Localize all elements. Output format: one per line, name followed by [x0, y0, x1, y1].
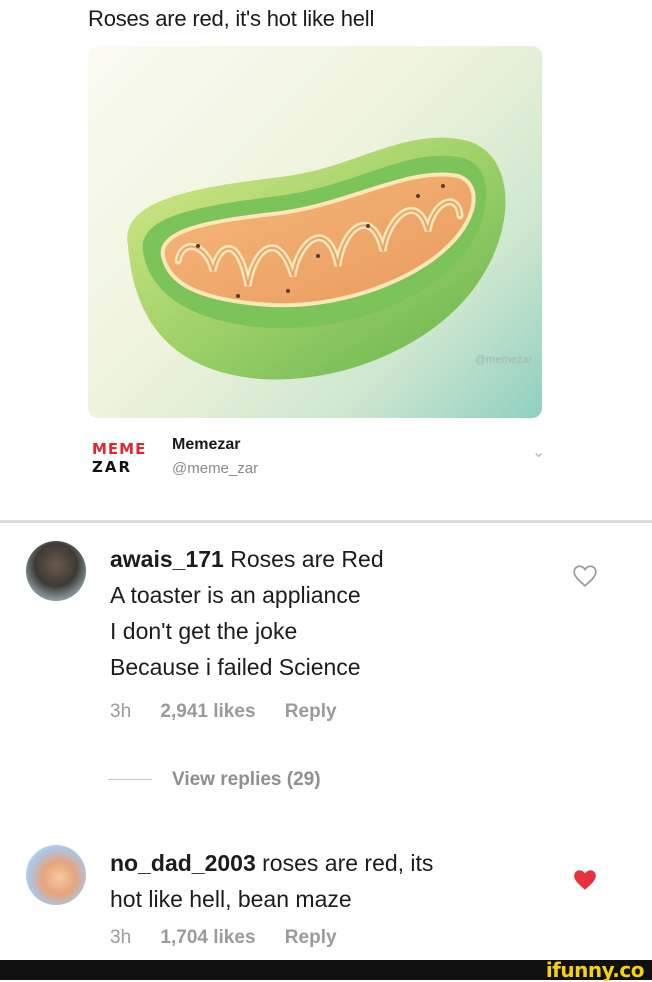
heart-filled-icon[interactable] — [572, 867, 598, 893]
comment-username[interactable]: awais_171 — [110, 546, 224, 572]
comments-section: awais_171 Roses are Red A toaster is an … — [0, 523, 652, 960]
avatar[interactable] — [26, 845, 86, 905]
comment-line: hot like hell, bean maze — [110, 886, 352, 912]
comment-time: 3h — [110, 927, 132, 948]
comment-time: 3h — [110, 701, 132, 722]
reply-button[interactable]: Reply — [285, 701, 337, 722]
view-replies-line — [108, 779, 152, 781]
comment-likes[interactable]: 1,704 likes — [160, 927, 255, 948]
ifunny-logo[interactable]: ifunny.co — [546, 958, 645, 982]
comment-likes[interactable]: 2,941 likes — [160, 701, 255, 722]
tweet-account[interactable]: MEME ZAR Memezar @meme_zar ⌄ — [92, 434, 552, 484]
comment-line: roses are red, its — [262, 850, 434, 876]
comment-line: Roses are Red — [230, 546, 384, 572]
view-replies-button[interactable]: View replies (29) — [108, 769, 321, 791]
comment-body: no_dad_2003 roses are red, its hot like … — [110, 845, 540, 917]
memezar-logo: MEME ZAR — [92, 440, 147, 476]
comment-username[interactable]: no_dad_2003 — [110, 850, 256, 876]
account-name: Memezar — [172, 436, 241, 453]
avatar[interactable] — [26, 541, 86, 601]
mitochondria-illustration — [127, 137, 506, 380]
comment-line: Because i failed Science — [110, 654, 361, 680]
tweet-card: Roses are red, it's hot like hell @memez… — [0, 0, 652, 520]
reply-button[interactable]: Reply — [285, 927, 337, 948]
comment-body: awais_171 Roses are Red A toaster is an … — [110, 541, 540, 685]
comment-meta: 3h 2,941 likes Reply — [110, 701, 361, 723]
chevron-down-icon[interactable]: ⌄ — [532, 442, 545, 462]
footer-bar: ifunny.co — [0, 958, 652, 982]
account-handle: @meme_zar — [172, 460, 259, 477]
tweet-text: Roses are red, it's hot like hell — [88, 6, 375, 31]
image-watermark: @memezar — [474, 354, 532, 366]
heart-outline-icon[interactable] — [572, 563, 598, 589]
comment-meta: 3h 1,704 likes Reply — [110, 927, 361, 949]
comment-line: I don't get the joke — [110, 618, 298, 644]
comment-line: A toaster is an appliance — [110, 582, 361, 608]
tweet-image-mitochondria[interactable]: @memezar — [88, 46, 542, 418]
